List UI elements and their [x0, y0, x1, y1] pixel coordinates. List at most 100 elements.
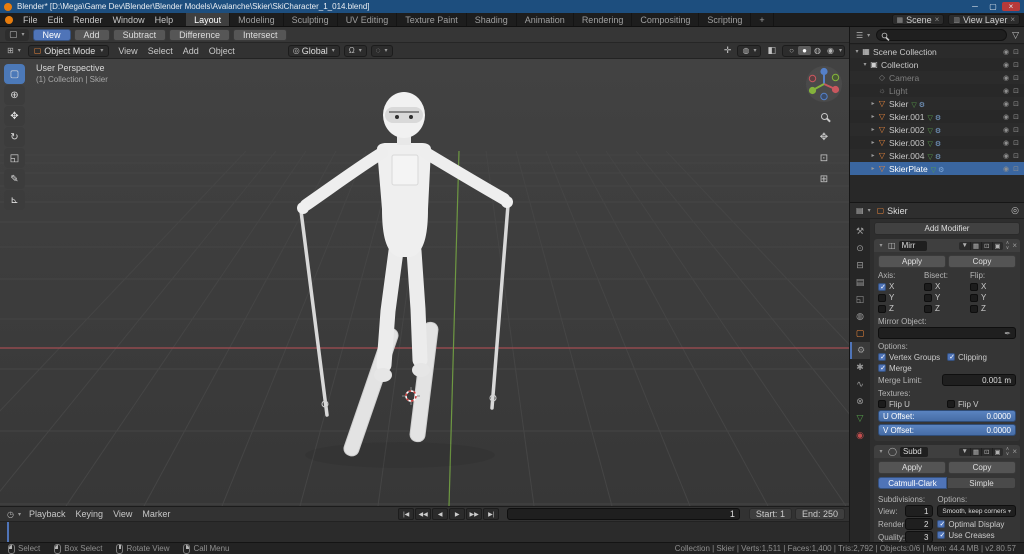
expand-toggle-icon[interactable]: ▸: [869, 139, 877, 146]
timeline-menu-item[interactable]: Keying: [71, 507, 109, 521]
flip-checkbox[interactable]: [970, 282, 978, 291]
expand-toggle-icon[interactable]: ▸: [869, 165, 877, 172]
tool-button[interactable]: ▢: [4, 64, 25, 84]
axis-checkbox[interactable]: [878, 282, 887, 291]
delete-modifier-icon[interactable]: ×: [1012, 447, 1017, 456]
menu-item[interactable]: File: [18, 13, 43, 26]
collapse-icon[interactable]: ▾: [877, 242, 885, 249]
workspace-tab[interactable]: +: [751, 13, 774, 26]
copy-button[interactable]: Copy: [948, 461, 1016, 474]
subdivision-modifier-header[interactable]: ▾ ◯ Subd ▼ ▦ ⊡ ▣ ∧ ∨ ×: [874, 445, 1020, 458]
hide-in-viewport-eye-icon[interactable]: ◉: [1001, 74, 1011, 82]
disable-in-renders-icon[interactable]: ⊡: [1011, 152, 1021, 160]
workspace-tab[interactable]: Animation: [517, 13, 574, 26]
outliner-editor-selector[interactable]: ☰ ▾: [853, 31, 873, 40]
expand-toggle-icon[interactable]: ▸: [869, 100, 877, 107]
disable-in-renders-icon[interactable]: ⊡: [1011, 87, 1021, 95]
bisect-checkbox[interactable]: [924, 304, 932, 313]
timeline-track-area[interactable]: [0, 521, 849, 542]
clipping-checkbox[interactable]: [947, 353, 956, 361]
snapping-toggle[interactable]: Ω ▾: [343, 44, 367, 57]
expand-toggle-icon[interactable]: ▾: [861, 61, 869, 68]
hide-in-viewport-eye-icon[interactable]: ◉: [1001, 61, 1011, 69]
tool-button[interactable]: ◱: [4, 148, 25, 168]
properties-tab[interactable]: ⚒: [850, 223, 870, 240]
properties-tab[interactable]: ⊟: [850, 257, 870, 274]
outliner-row[interactable]: ▸ Skier.002 ◉ ⊡: [850, 123, 1024, 136]
move-down-icon[interactable]: ∨: [1006, 245, 1010, 251]
apply-button[interactable]: Apply: [878, 461, 946, 474]
pan-hand-icon[interactable]: ✥: [816, 129, 832, 145]
bisect-checkbox[interactable]: [924, 282, 932, 291]
simple-button[interactable]: Simple: [947, 477, 1016, 489]
apply-button[interactable]: Apply: [878, 255, 946, 268]
properties-tab[interactable]: ◱: [850, 291, 870, 308]
merge-checkbox[interactable]: [878, 364, 887, 372]
properties-tab[interactable]: ◉: [850, 427, 870, 444]
timeline-menu-item[interactable]: View: [108, 507, 137, 521]
show-on-cage-toggle[interactable]: ▼: [959, 241, 971, 250]
properties-tab[interactable]: ⊙: [850, 240, 870, 257]
selection-mode-button[interactable]: Subtract: [112, 28, 167, 41]
shading-wireframe-icon[interactable]: ○: [785, 46, 798, 55]
menu-item[interactable]: Help: [150, 13, 179, 26]
flip-checkbox[interactable]: [970, 304, 978, 313]
expand-toggle-icon[interactable]: ▸: [869, 113, 877, 120]
flip-v-checkbox[interactable]: [947, 400, 955, 408]
workspace-tab[interactable]: UV Editing: [338, 13, 398, 26]
tool-button[interactable]: ↻: [4, 127, 25, 147]
hide-in-viewport-eye-icon[interactable]: ◉: [1001, 113, 1011, 121]
current-frame-field[interactable]: 1: [507, 508, 740, 520]
selection-mode-button[interactable]: New: [32, 28, 71, 41]
selection-mode-button[interactable]: Difference: [169, 28, 230, 41]
filter-icon[interactable]: ▽: [1010, 30, 1021, 41]
xray-toggle-icon[interactable]: ◧: [765, 45, 778, 56]
uv-smooth-dropdown[interactable]: Smooth, keep corners ▾: [937, 505, 1016, 517]
properties-tab[interactable]: ◍: [850, 308, 870, 325]
hide-in-viewport-eye-icon[interactable]: ◉: [1001, 87, 1011, 95]
transport-button[interactable]: |◀: [398, 508, 415, 520]
flip-checkbox[interactable]: [970, 293, 978, 302]
axis-checkbox[interactable]: [878, 304, 886, 313]
workspace-tab[interactable]: Compositing: [632, 13, 700, 26]
properties-tab[interactable]: ▽: [850, 410, 870, 427]
hide-in-viewport-eye-icon[interactable]: ◉: [1001, 165, 1011, 173]
bisect-checkbox[interactable]: [924, 293, 932, 302]
blender-app-menu-icon[interactable]: [5, 15, 13, 24]
minimize-button[interactable]: ─: [966, 2, 984, 11]
show-realtime-toggle[interactable]: ⊡: [982, 447, 993, 456]
remove-view-layer-icon[interactable]: ×: [1010, 15, 1015, 24]
pin-icon[interactable]: ◎: [1009, 205, 1021, 216]
perspective-toggle-icon[interactable]: ⊞: [816, 171, 832, 187]
axis-checkbox[interactable]: [878, 293, 886, 302]
playhead[interactable]: [7, 522, 9, 542]
outliner-row[interactable]: ▸ Skier ◉ ⊡: [850, 97, 1024, 110]
outliner-row[interactable]: ▸ SkierPlate ◉ ⊡: [850, 162, 1024, 175]
menu-item[interactable]: Window: [108, 13, 150, 26]
hide-in-viewport-eye-icon[interactable]: ◉: [1001, 139, 1011, 147]
delete-modifier-icon[interactable]: ×: [1012, 241, 1017, 250]
overlays-toggle[interactable]: ◍ ▾: [737, 44, 762, 57]
workspace-tab[interactable]: Texture Paint: [397, 13, 467, 26]
maximize-button[interactable]: ▢: [984, 2, 1002, 11]
outliner-row[interactable]: Camera ◉ ⊡: [850, 71, 1024, 84]
window-titlebar[interactable]: Blender* [D:\Mega\Game Dev\Blender\Blend…: [0, 0, 1024, 13]
shading-material-icon[interactable]: ◍: [811, 46, 824, 55]
merge-limit-field[interactable]: 0.001 m: [941, 374, 1016, 386]
eyedropper-icon[interactable]: ✒: [1004, 329, 1011, 338]
viewport-menu-item[interactable]: Select: [143, 43, 178, 58]
use-creases-checkbox[interactable]: [937, 531, 946, 539]
timeline-menu-item[interactable]: Playback: [24, 507, 71, 521]
show-in-editmode-toggle[interactable]: ▦: [971, 447, 983, 456]
navigation-gizmo[interactable]: [805, 65, 843, 103]
workspace-tab[interactable]: Scripting: [699, 13, 752, 26]
properties-tab[interactable]: ▤: [850, 274, 870, 291]
camera-view-icon[interactable]: ⊡: [816, 150, 832, 166]
hide-in-viewport-eye-icon[interactable]: ◉: [1001, 48, 1011, 56]
unlink-scene-icon[interactable]: ×: [935, 15, 940, 24]
properties-tab[interactable]: ✱: [850, 359, 870, 376]
proportional-editing-toggle[interactable]: ◌ ▾: [370, 44, 393, 57]
gizmo-toggle-icon[interactable]: ✛: [722, 45, 734, 56]
workspace-tab[interactable]: Modeling: [230, 13, 284, 26]
workspace-tab[interactable]: Shading: [467, 13, 517, 26]
